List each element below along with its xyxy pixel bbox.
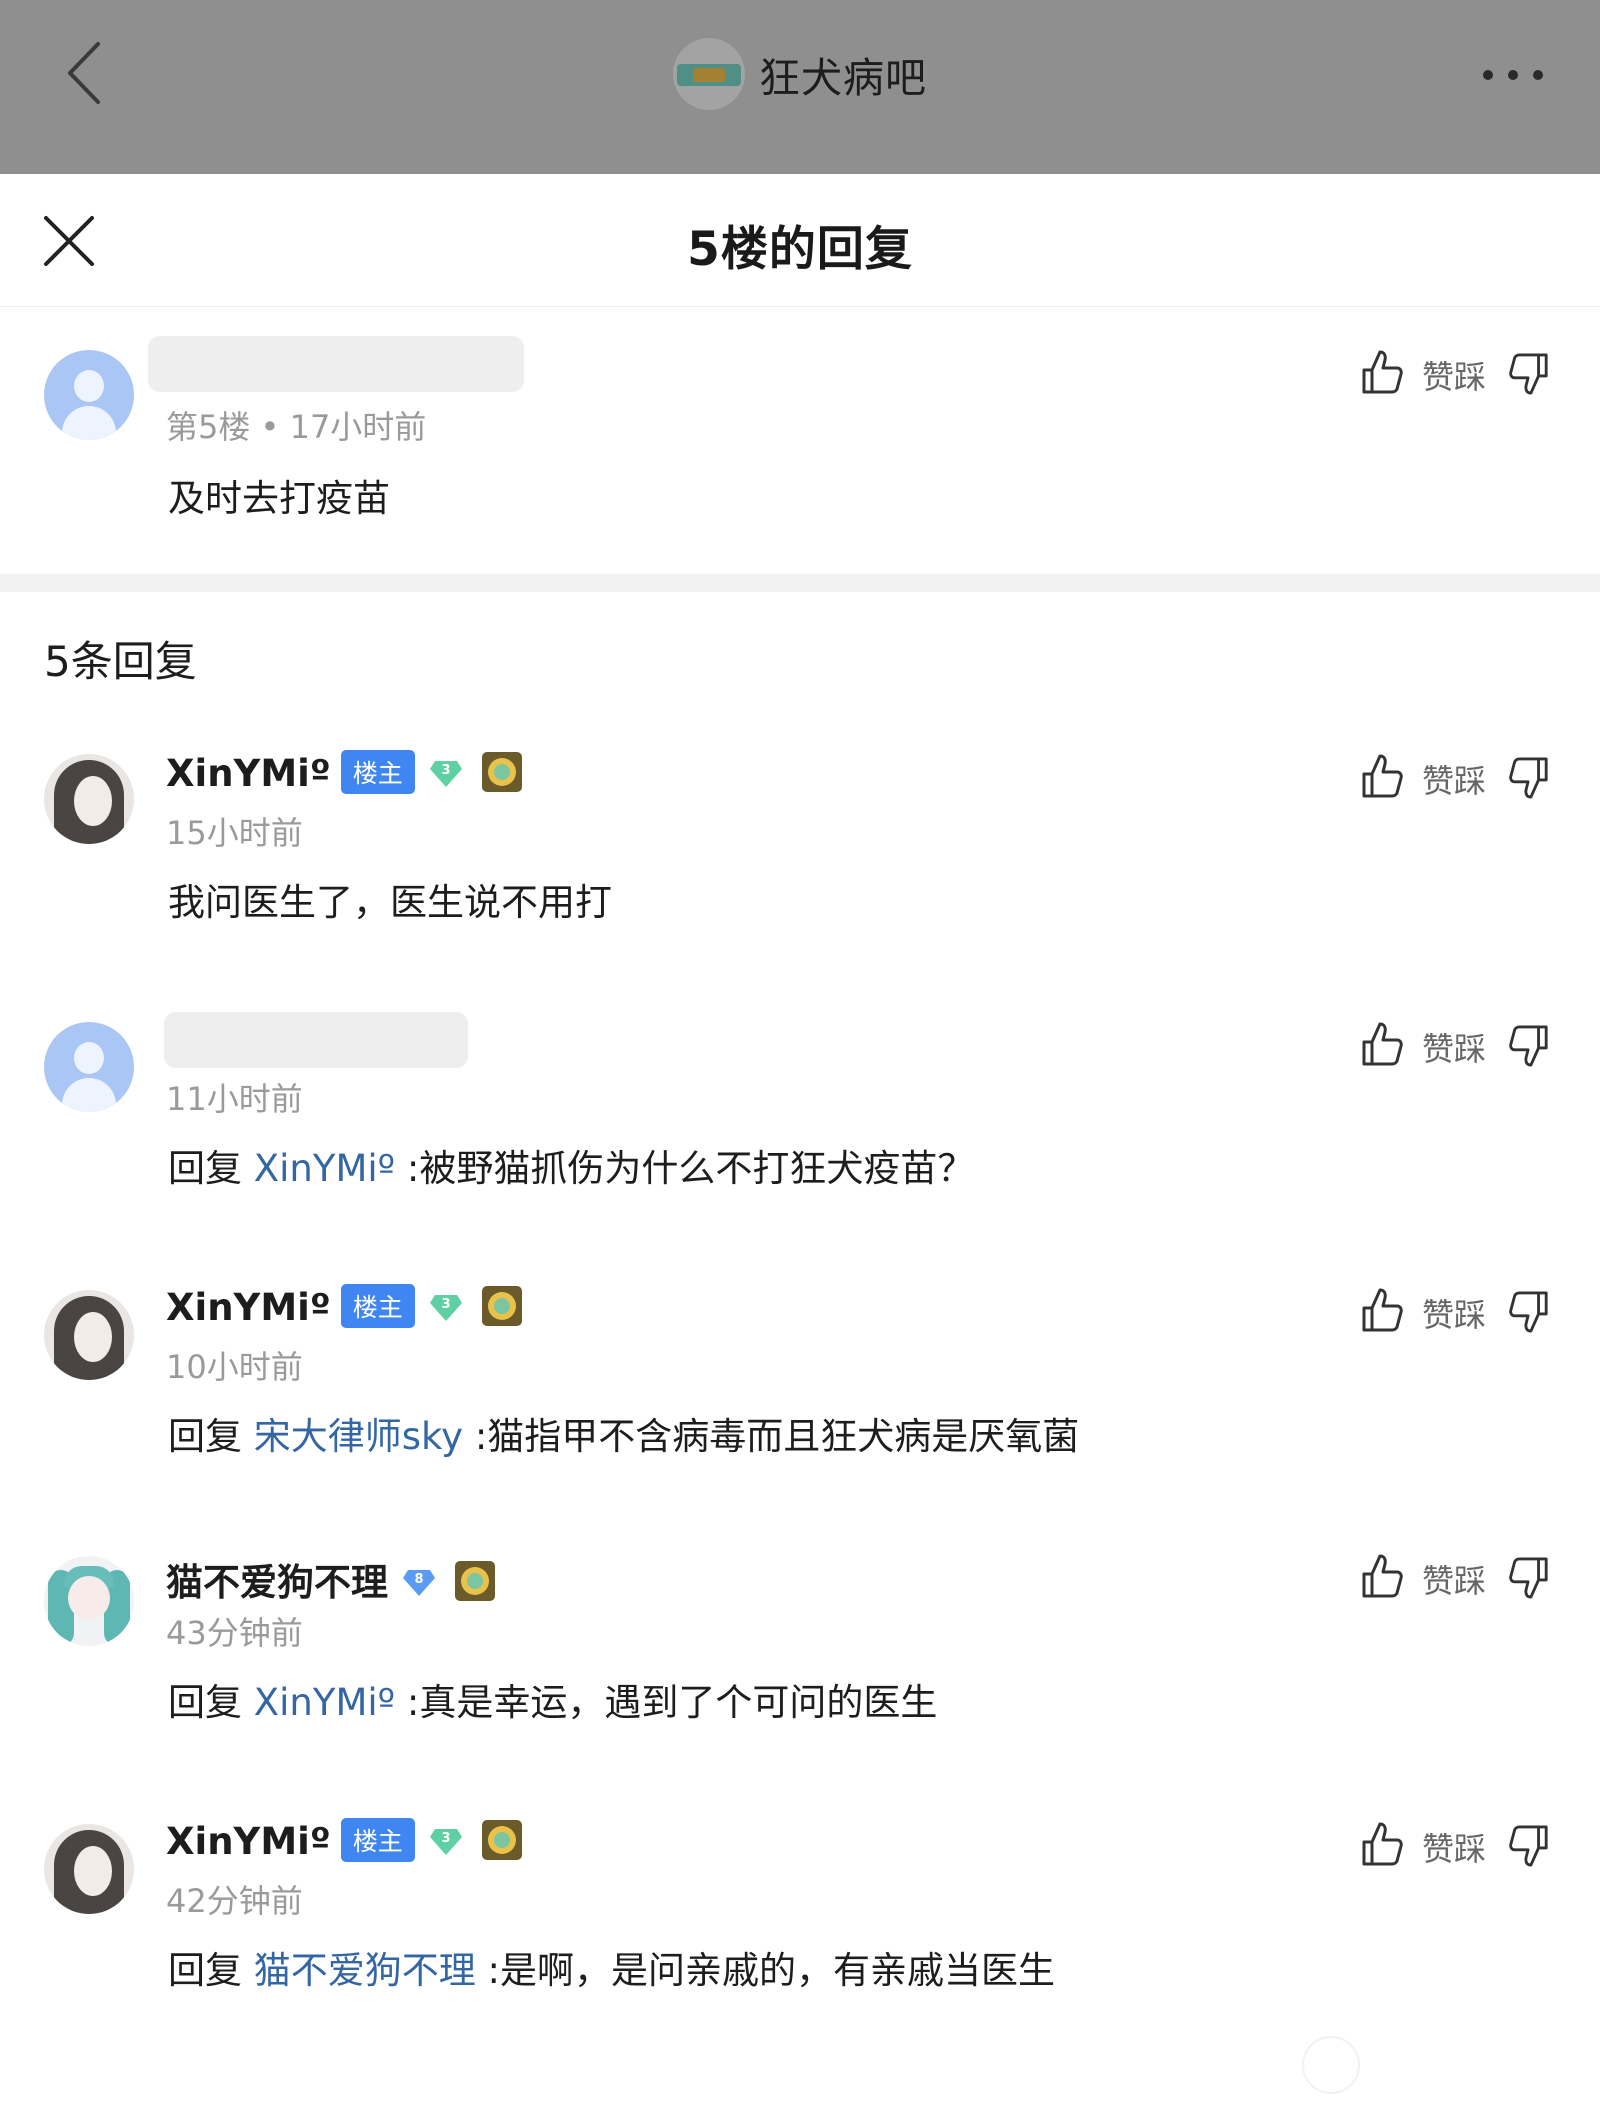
forum-title[interactable]: 狂犬病吧 [0,38,1600,110]
forum-logo [673,38,745,110]
svg-text:3: 3 [441,1831,450,1846]
more-dots-icon[interactable] [1478,60,1548,90]
watermark-icon [1302,2036,1360,2094]
vote-label: 赞踩 [1422,762,1487,800]
reply-time: 10小时前 [166,1348,303,1386]
avatar[interactable] [44,1022,134,1112]
op-badge: 楼主 [340,1817,415,1862]
floor-content: 及时去打疫苗 [168,477,390,520]
sheet-title: 5楼的回复 [687,222,913,277]
avatar[interactable] [44,1824,134,1914]
vote-group: 赞踩 [1360,346,1550,398]
reply-content: 回复 XinYMiº :被野猫抓伤为什么不打狂犬疫苗？ [168,1147,975,1190]
reply-time: 11小时前 [166,1080,303,1118]
reply-time: 43分钟前 [166,1614,303,1652]
reply-sheet-header: 5楼的回复 [0,174,1600,307]
reply-content: 回复 XinYMiº :真是幸运，遇到了个可问的医生 [168,1681,938,1724]
avatar[interactable] [44,350,134,440]
mention-link[interactable]: XinYMiº [254,1147,395,1190]
svg-text:3: 3 [441,763,450,778]
reply-content: 回复 宋大律师sky :猫指甲不含病毒而且狂犬病是厌氧菌 [168,1415,1080,1458]
mention-link[interactable]: XinYMiº [254,1681,395,1724]
vote-group: 赞踩 [1360,1818,1550,1870]
mention-link[interactable]: 猫不爱狗不理 [254,1949,476,1992]
medal-icon [455,1560,495,1601]
vote-label: 赞踩 [1422,1830,1487,1868]
level-gem-icon: 3 [429,1828,462,1855]
medal-icon [481,1819,522,1860]
vote-label: 赞踩 [1422,358,1487,396]
vote-label: 赞踩 [1422,1562,1487,1600]
thumbs-up-icon[interactable] [1360,348,1404,396]
reply-count-title: 5条回复 [44,637,197,686]
vote-label: 赞踩 [1422,1030,1487,1068]
thumbs-down-icon[interactable] [1508,1288,1550,1336]
level-gem-icon: 8 [403,1569,435,1596]
avatar[interactable] [44,1290,134,1380]
thumbs-up-icon[interactable] [1360,1020,1404,1068]
thumbs-down-icon[interactable] [1508,754,1550,802]
username-redacted [148,336,524,392]
floor-meta: 第5楼 • 17小时前 [166,408,427,446]
thumbs-down-icon[interactable] [1508,1822,1550,1870]
forum-name: 狂犬病吧 [759,54,927,102]
vote-group: 赞踩 [1360,1284,1550,1336]
avatar[interactable] [44,1556,134,1646]
level-gem-icon: 3 [429,1294,462,1321]
thumbs-up-icon[interactable] [1360,1286,1404,1334]
thumbs-down-icon[interactable] [1508,1022,1550,1070]
reply-username[interactable]: 猫不爱狗不理 8 [166,1552,496,1606]
avatar[interactable] [44,754,134,844]
thumbs-up-icon[interactable] [1360,1820,1404,1868]
thumbs-up-icon[interactable] [1360,752,1404,800]
op-badge: 楼主 [340,1283,415,1328]
reply-content: 我问医生了，医生说不用打 [168,881,612,924]
reply-content: 回复 猫不爱狗不理 :是啊，是问亲戚的，有亲戚当医生 [168,1949,1055,1992]
svg-text:3: 3 [441,1297,450,1312]
thumbs-down-icon[interactable] [1508,1554,1550,1602]
reply-time: 15小时前 [166,814,303,852]
medal-icon [481,751,522,792]
reply-username[interactable]: XinYMiº 楼主 3 [166,1283,523,1332]
vote-group: 赞踩 [1360,750,1550,802]
thumbs-up-icon[interactable] [1360,1552,1404,1600]
op-badge: 楼主 [340,749,415,794]
level-gem-icon: 3 [429,760,462,787]
mention-link[interactable]: 宋大律师sky [254,1415,463,1458]
svg-text:8: 8 [414,1572,423,1587]
vote-label: 赞踩 [1422,1296,1487,1334]
reply-time: 42分钟前 [166,1882,303,1920]
thumbs-down-icon[interactable] [1508,350,1550,398]
reply-username[interactable]: XinYMiº 楼主 3 [166,1817,523,1866]
reply-username[interactable]: XinYMiº 楼主 3 [166,749,523,798]
medal-icon [481,1285,522,1326]
vote-group: 赞踩 [1360,1550,1550,1602]
vote-group: 赞踩 [1360,1018,1550,1070]
username-redacted [164,1012,468,1068]
top-nav-bar: 狂犬病吧 [0,0,1600,174]
section-divider [0,574,1600,592]
